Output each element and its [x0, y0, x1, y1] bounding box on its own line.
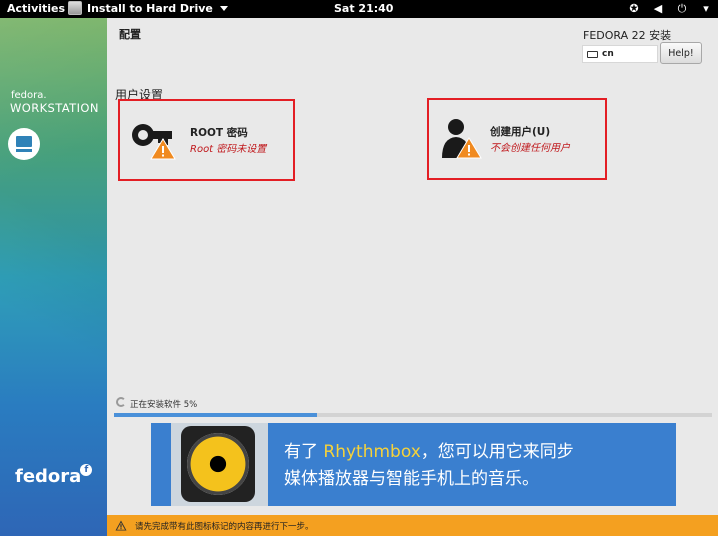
warning-bar: 请先完成带有此图标标记的内容再进行下一步。: [107, 515, 718, 536]
create-user-label: 创建用户(U): [490, 126, 551, 138]
progress-bar: [114, 413, 712, 417]
banner-highlight: Rhythmbox: [323, 442, 421, 462]
warning-icon: [115, 520, 127, 531]
chevron-down-icon: [219, 5, 228, 11]
top-bar: Activities Install to Hard Drive Sat 21:…: [0, 0, 718, 18]
banner-line1-prefix: 有了: [284, 442, 324, 462]
system-menu-chevron-icon[interactable]: ▾: [700, 2, 712, 16]
page-title: 配置: [119, 28, 141, 41]
root-password-label: ROOT 密码: [190, 127, 248, 139]
keyboard-layout-value: cn: [602, 49, 614, 59]
speaker-icon: [181, 426, 255, 502]
app-menu-label: Install to Hard Drive: [87, 1, 213, 15]
fedora-brand-small: fedora.: [11, 90, 47, 101]
fedora-logo: fedora f: [15, 464, 93, 487]
installer-app-icon: [68, 1, 82, 15]
banner-line1-suffix: ，您可以用它来同步: [420, 442, 574, 462]
root-password-status: Root 密码未设置: [190, 144, 267, 155]
user-warning-icon: [442, 119, 482, 159]
accessibility-icon[interactable]: ✪: [628, 2, 640, 16]
workstation-brand: WORKSTATION: [10, 101, 99, 115]
fedora-logo-mark: f: [80, 464, 93, 476]
banner-line2: 媒体播放器与智能手机上的音乐。: [284, 469, 539, 489]
keyboard-layout-indicator[interactable]: cn: [582, 45, 658, 63]
volume-icon[interactable]: ◀: [652, 2, 664, 16]
fedora-logo-text: fedora: [15, 466, 82, 487]
key-warning-icon: [132, 124, 176, 160]
activities-button[interactable]: Activities: [7, 2, 65, 15]
progress-bar-fill: [114, 413, 318, 417]
spinner-icon: [116, 397, 126, 407]
rhythmbox-banner: 有了 Rhythmbox，您可以用它来同步 媒体播放器与智能手机上的音乐。: [151, 423, 676, 506]
power-icon[interactable]: ⏻: [676, 2, 688, 16]
warning-text: 请先完成带有此图标标记的内容再进行下一步。: [135, 521, 314, 532]
progress-label: 正在安装软件 5%: [130, 400, 198, 410]
app-menu[interactable]: Install to Hard Drive: [68, 1, 228, 15]
workstation-icon: [8, 128, 40, 160]
root-password-spoke[interactable]: ROOT 密码 Root 密码未设置: [118, 99, 295, 181]
create-user-status: 不会创建任何用户: [490, 143, 570, 154]
banner-text: 有了 Rhythmbox，您可以用它来同步 媒体播放器与智能手机上的音乐。: [284, 439, 574, 493]
create-user-spoke[interactable]: 创建用户(U) 不会创建任何用户: [427, 98, 607, 180]
clock[interactable]: Sat 21:40: [334, 2, 393, 15]
help-button[interactable]: Help!: [660, 42, 702, 64]
system-tray[interactable]: ✪ ◀ ⏻ ▾: [628, 2, 712, 16]
product-title: FEDORA 22 安装: [583, 29, 672, 42]
sidebar: fedora. WORKSTATION fedora f: [0, 18, 107, 536]
keyboard-icon: [587, 50, 598, 58]
